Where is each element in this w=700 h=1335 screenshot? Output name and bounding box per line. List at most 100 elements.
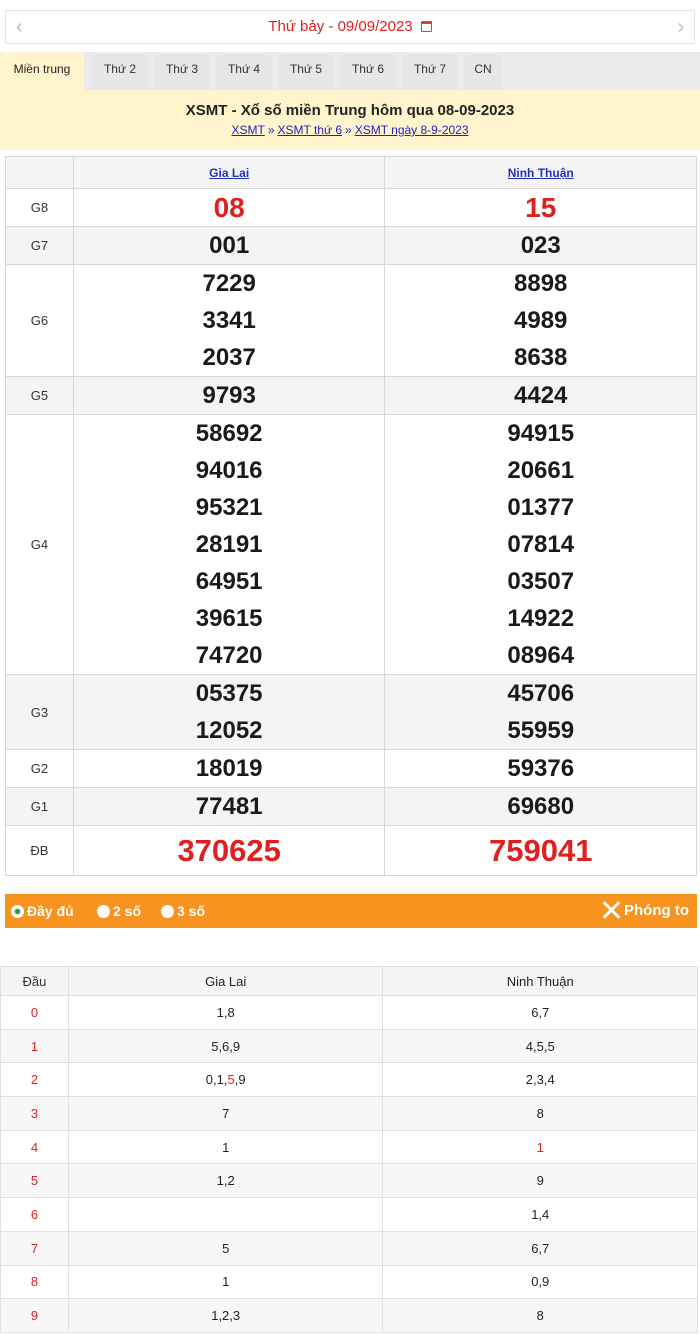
- loto-row: 4 1 1: [0, 1129, 698, 1165]
- loto-gia-lai-cell: 7: [67, 1096, 384, 1131]
- tab-thu-5[interactable]: Thứ 5: [278, 54, 334, 90]
- loto-digits: 1,2,3: [211, 1308, 241, 1324]
- prize-number: 12052: [195, 717, 263, 744]
- prize-number: 14922: [507, 605, 575, 632]
- loto-head: 4: [0, 1129, 69, 1165]
- radio-icon[interactable]: [161, 905, 174, 918]
- loto-ninh-thuan-cell: 4,5,5: [382, 1028, 698, 1064]
- tab-thu-2[interactable]: Thứ 2: [92, 54, 148, 90]
- prize-number: 759041: [488, 833, 593, 868]
- province-link-ninh-thuan[interactable]: Ninh Thuận: [508, 166, 574, 180]
- radio-selected-icon[interactable]: [11, 905, 24, 918]
- option-full[interactable]: Đầy đủ: [11, 903, 74, 919]
- option-3-digits[interactable]: 3 số: [161, 903, 205, 919]
- loto-head: 9: [0, 1298, 69, 1333]
- prize-number: 59376: [507, 755, 575, 782]
- option-2-digits[interactable]: 2 số: [97, 903, 141, 919]
- ninh-thuan-result: 45706 55959: [384, 674, 697, 750]
- zoom-button[interactable]: Phóng to: [602, 901, 689, 919]
- loto-gia-lai-cell: 1,8: [67, 995, 384, 1030]
- breadcrumb-separator: »: [267, 123, 275, 137]
- tab-cn[interactable]: CN: [464, 54, 502, 90]
- tab-thu-3[interactable]: Thứ 3: [154, 54, 210, 90]
- loto-head: 8: [0, 1264, 69, 1300]
- date-bar: ‹ Thứ bảy - 09/09/2023 ›: [5, 10, 695, 44]
- prize-label: G5: [5, 376, 74, 415]
- tab-mien-trung[interactable]: Miền trung: [0, 52, 84, 90]
- prize-number: 370625: [177, 833, 281, 868]
- ninh-thuan-result: 69680: [384, 787, 697, 826]
- results-table: Gia Lai Ninh Thuận G8 08 15 G7 001 023 G6 7229 334…: [5, 156, 697, 876]
- gia-lai-result: 001: [72, 226, 386, 265]
- loto-row: 6 1,4: [0, 1197, 698, 1232]
- breadcrumb-separator: »: [345, 123, 352, 137]
- loto-gia-lai-cell: [67, 1197, 384, 1232]
- prize-row: G3 05375 12052 45706 55959: [5, 674, 697, 750]
- province-link-gia-lai[interactable]: Gia Lai: [209, 166, 249, 180]
- tab-thu-6[interactable]: Thứ 6: [340, 54, 396, 90]
- loto-ninh-thuan-cell: 2,3,4: [382, 1062, 698, 1098]
- loto-row: 8 1 0,9: [0, 1264, 698, 1300]
- prize-number: 20661: [507, 457, 575, 484]
- prize-number: 55959: [507, 717, 575, 744]
- gia-lai-result: 7229 3341 2037: [72, 264, 386, 377]
- prize-number: 001: [209, 232, 250, 259]
- next-date-button[interactable]: ›: [677, 16, 684, 38]
- radio-icon[interactable]: [97, 905, 110, 918]
- breadcrumb-xsmt[interactable]: XSMT: [231, 123, 264, 137]
- loto-digits: 1,4: [531, 1206, 550, 1222]
- loto-digits: 9: [536, 1173, 544, 1189]
- loto-table: Đầu Gia Lai Ninh Thuận 0 1,8 6,7 1 5,6,9 4,5,5 2 0…: [0, 966, 698, 1333]
- breadcrumb-xsmt-date[interactable]: XSMT ngày 8-9-2023: [355, 123, 469, 137]
- date-text: Thứ bảy - 09/09/2023: [268, 18, 413, 35]
- date-picker[interactable]: Thứ bảy - 09/09/2023: [6, 18, 694, 35]
- prize-number: 8638: [514, 344, 568, 371]
- breadcrumb-xsmt-thu-6[interactable]: XSMT thứ 6: [278, 123, 343, 137]
- option-3-digits-label: 3 số: [177, 903, 206, 919]
- prize-row: G6 7229 3341 2037 8898 4989 8638: [5, 264, 697, 377]
- loto-row: 9 1,2,3 8: [0, 1298, 698, 1333]
- gia-lai-result: 05375 12052: [72, 674, 386, 750]
- loto-digits: 8: [536, 1105, 544, 1121]
- option-full-label: Đầy đủ: [27, 903, 74, 919]
- gia-lai-result: 08: [72, 188, 386, 227]
- prize-number: 58692: [195, 420, 263, 447]
- tab-thu-7[interactable]: Thứ 7: [402, 54, 458, 90]
- calendar-icon[interactable]: [420, 21, 432, 32]
- prize-number: 39615: [195, 605, 263, 632]
- prize-row: G5 9793 4424: [5, 376, 697, 415]
- prize-label: G3: [5, 674, 74, 750]
- loto-digits: 0,1,: [205, 1072, 228, 1088]
- loto-gia-lai-cell: 1,2,3: [67, 1298, 384, 1333]
- loto-row: 1 5,6,9 4,5,5: [0, 1028, 698, 1064]
- prize-number: 08: [213, 192, 245, 223]
- prize-number: 7229: [202, 270, 256, 297]
- loto-digits: 1,2: [216, 1173, 235, 1189]
- tab-thu-4[interactable]: Thứ 4: [216, 54, 272, 90]
- breadcrumb: XSMT» XSMT thứ 6» XSMT ngày 8-9-2023: [0, 123, 700, 137]
- prize-number: 15: [525, 192, 557, 223]
- loto-digits: 1: [222, 1139, 230, 1155]
- zoom-label: Phóng to: [624, 902, 689, 919]
- prize-label: G7: [5, 226, 74, 265]
- loto-gia-lai-cell: 0,1,5,9: [67, 1062, 384, 1098]
- loto-ninh-thuan-cell: 0,9: [382, 1264, 698, 1300]
- loto-head: 3: [0, 1096, 69, 1131]
- loto-ninh-thuan-cell: 9: [382, 1163, 698, 1199]
- loto-digits: ,9: [234, 1072, 246, 1088]
- loto-head: 6: [0, 1197, 69, 1232]
- prize-number: 05375: [195, 680, 263, 707]
- loto-gia-lai-cell: 5,6,9: [67, 1028, 384, 1064]
- prize-label: G2: [5, 749, 74, 788]
- ninh-thuan-result: 15: [384, 188, 697, 227]
- prize-row: G4 58692 94016 95321 28191 64951 39615 74720 949…: [5, 414, 697, 675]
- loto-digits: 1,8: [216, 1004, 235, 1020]
- loto-row: 7 5 6,7: [0, 1230, 698, 1266]
- prize-row: G2 18019 59376: [5, 749, 697, 788]
- loto-head: 2: [0, 1062, 69, 1098]
- province-header: Gia Lai: [72, 156, 386, 189]
- prize-number: 74720: [195, 642, 263, 669]
- loto-gia-lai-cell: 5: [67, 1230, 384, 1266]
- loto-ninh-thuan-cell: 8: [382, 1096, 698, 1131]
- loto-ninh-thuan-cell: 8: [382, 1298, 698, 1333]
